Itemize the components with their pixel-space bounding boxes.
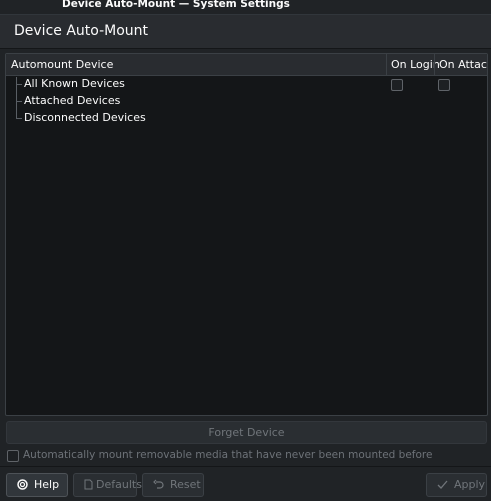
automount-device-tree[interactable]: Automount Device On Login On Attach All … — [5, 53, 488, 416]
reset-button[interactable]: Reset — [142, 473, 204, 497]
tree-row-label: Disconnected Devices — [24, 111, 146, 124]
column-header-on-login[interactable]: On Login — [391, 58, 440, 71]
document-icon — [84, 474, 93, 498]
help-label: Help — [34, 478, 60, 491]
header-divider — [0, 48, 491, 49]
tree-branch-line — [16, 84, 22, 85]
column-header-on-attach[interactable]: On Attach — [439, 58, 487, 71]
defaults-label: Defaults — [96, 478, 142, 491]
tree-row-all-known[interactable]: All Known Devices — [6, 76, 487, 93]
button-bar: Help Defaults Reset Apply — [0, 466, 491, 501]
reset-label: Reset — [170, 478, 201, 491]
on-login-checkbox[interactable] — [391, 79, 403, 91]
defaults-button[interactable]: Defaults — [73, 473, 142, 498]
window-title: Device Auto-Mount — System Settings — [62, 0, 290, 10]
tree-header: Automount Device On Login On Attach — [6, 54, 487, 76]
automount-label: Automatically mount removable media that… — [23, 449, 433, 461]
check-icon — [437, 474, 448, 498]
apply-label: Apply — [454, 478, 486, 491]
forget-device-button[interactable]: Forget Device — [6, 421, 487, 444]
column-divider[interactable] — [434, 54, 435, 75]
help-button[interactable]: Help — [6, 473, 68, 497]
page-header: Device Auto-Mount — [0, 14, 491, 49]
undo-icon — [153, 474, 164, 498]
tree-branch-line — [16, 101, 22, 102]
tree-row-disconnected[interactable]: Disconnected Devices — [6, 110, 487, 127]
column-divider[interactable] — [386, 54, 387, 75]
window-titlebar: Device Auto-Mount — System Settings — [0, 0, 491, 12]
column-header-device[interactable]: Automount Device — [11, 58, 113, 71]
automount-option[interactable]: Automatically mount removable media that… — [6, 449, 476, 463]
tree-row-label: Attached Devices — [24, 94, 121, 107]
apply-button[interactable]: Apply — [426, 473, 487, 497]
lifebuoy-icon — [17, 474, 28, 498]
automount-checkbox[interactable] — [7, 450, 19, 462]
tree-row-label: All Known Devices — [24, 77, 125, 90]
tree-branch-line — [16, 118, 22, 119]
tree-row-attached[interactable]: Attached Devices — [6, 93, 487, 110]
page-title: Device Auto-Mount — [14, 23, 149, 39]
on-attach-checkbox[interactable] — [438, 79, 450, 91]
